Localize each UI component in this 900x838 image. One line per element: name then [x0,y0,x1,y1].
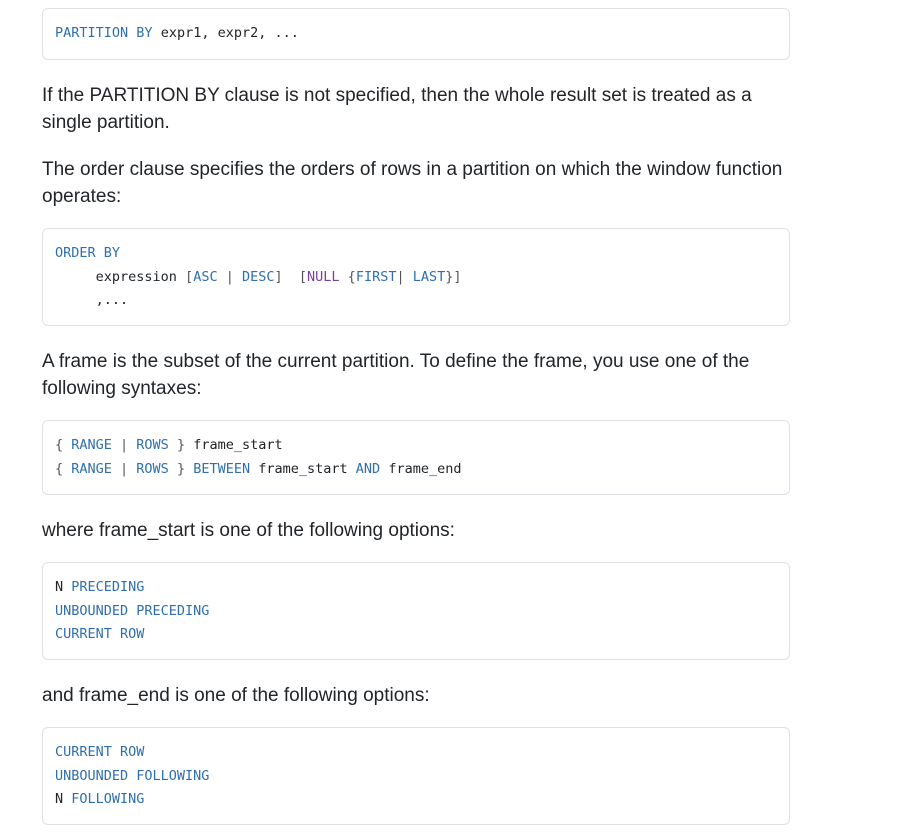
code-line: ORDER BY [55,242,777,266]
paragraph-frame-note: A frame is the subset of the current par… [42,351,750,399]
code-text: { [55,460,72,477]
code-line: N PRECEDING [55,576,777,600]
code-keyword: LAST [412,268,446,285]
code-keyword: UNBOUNDED FOLLOWING [55,767,210,784]
code-text: } [168,460,186,477]
paragraph-partition-note: If the PARTITION BY clause is not specif… [42,85,752,133]
paragraph-order-note: The order clause specifies the orders of… [42,159,783,207]
code-keyword: ROWS [136,460,169,477]
code-text: N [55,579,72,595]
code-keyword: RANGE [71,437,112,453]
code-text: ,... [55,292,129,308]
code-text: } [168,437,186,453]
code-line: PARTITION BY expr1, expr2, ... [55,22,777,46]
code-text: { [339,268,356,285]
code-keyword: BETWEEN [193,460,251,477]
code-keyword: BY [103,245,121,261]
code-text: { [55,437,72,453]
code-line: ,... [55,289,777,313]
code-text: expression [55,268,186,285]
code-keyword: BY [136,25,153,41]
code-keyword: AND [355,460,381,477]
code-text: expr1, expr2, ... [152,25,299,41]
code-text: | [217,268,242,285]
code-block-frame-syntax: { RANGE | ROWS } frame_start{ RANGE | RO… [42,420,790,495]
code-text: frame_end [380,460,462,477]
code-keyword: ORDER [55,245,96,261]
code-block-frame-start-options: N PRECEDING UNBOUNDED PRECEDING CURRENT RO… [42,562,790,660]
code-text: [ [185,268,194,285]
code-literal: NULL [307,268,340,285]
code-keyword: CURRENT ROW [55,744,145,760]
code-block-order-by: ORDER BY expression [ASC | DESC] [NULL {… [42,228,790,326]
paragraph-frame-start-note: where frame_start is one of the followin… [42,520,455,541]
code-keyword: PRECEDING [71,579,145,595]
code-text: | [111,460,137,477]
code-keyword: DESC [241,268,275,285]
code-line: expression [ASC | DESC] [NULL {FIRST| LA… [55,266,777,290]
code-line: { RANGE | ROWS } frame_start [55,434,777,458]
code-text: }] [445,268,462,285]
code-block-partition-by: PARTITION BY expr1, expr2, ... [42,8,790,60]
code-keyword: ASC [193,268,218,285]
code-text: N [55,791,72,807]
code-line: UNBOUNDED FOLLOWING [55,765,777,789]
code-keyword: CURRENT ROW [55,626,145,642]
code-line: { RANGE | ROWS } BETWEEN frame_start AND… [55,458,777,482]
code-text: ] [274,268,283,285]
code-text: | [396,268,413,285]
code-text: | [111,437,137,453]
code-block-frame-end-options: CURRENT ROW UNBOUNDED FOLLOWING N FOLLOWIN… [42,727,790,825]
code-line: CURRENT ROW [55,741,777,765]
code-keyword: FOLLOWING [71,791,145,807]
code-line: CURRENT ROW [55,623,777,647]
code-text: frame_start [185,437,283,453]
code-text: [ [298,268,308,285]
code-line: UNBOUNDED PRECEDING [55,600,777,624]
code-keyword: UNBOUNDED PRECEDING [55,602,210,619]
paragraph-frame-end-note: and frame_end is one of the following op… [42,685,430,706]
code-keyword: PARTITION [55,25,129,41]
code-line: N FOLLOWING [55,788,777,812]
code-keyword: FIRST [355,268,397,285]
code-keyword: ROWS [136,437,169,453]
code-text: frame_start [250,460,356,477]
code-keyword: RANGE [71,460,112,477]
